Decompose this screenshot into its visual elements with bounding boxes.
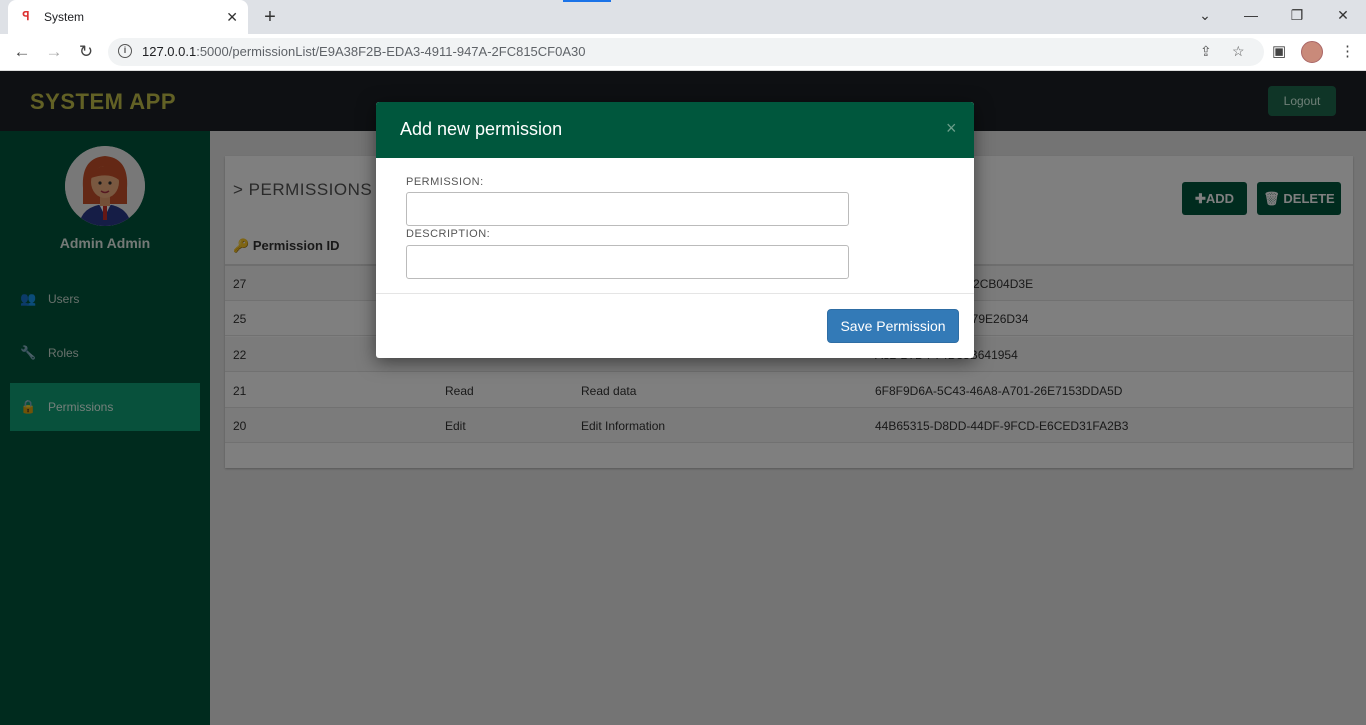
permission-input[interactable] bbox=[406, 192, 849, 226]
share-icon[interactable]: ⇪ bbox=[1200, 43, 1212, 60]
browser-toolbar: ← → ↻ i 127.0.0.1:5000/permissionList/E9… bbox=[0, 34, 1366, 71]
browser-tabstrip: ꟼ System ✕ + ⌄ — ❐ ✕ bbox=[0, 0, 1366, 34]
tab-close-icon[interactable]: ✕ bbox=[226, 9, 238, 26]
permission-label: PERMISSION: bbox=[406, 176, 484, 188]
bookmark-star-icon[interactable]: ☆ bbox=[1232, 43, 1245, 60]
menu-dots-icon[interactable]: ⋮ bbox=[1340, 42, 1355, 60]
forward-icon[interactable]: → bbox=[42, 41, 66, 65]
description-input[interactable] bbox=[406, 245, 849, 279]
site-info-icon[interactable]: i bbox=[118, 44, 132, 58]
modal-title: Add new permission bbox=[400, 119, 563, 139]
description-label: DESCRIPTION: bbox=[406, 228, 491, 240]
new-tab-button[interactable]: + bbox=[260, 6, 280, 29]
close-icon[interactable]: × bbox=[946, 118, 957, 139]
restore-icon[interactable]: ❐ bbox=[1282, 4, 1312, 26]
back-icon[interactable]: ← bbox=[10, 41, 34, 65]
browser-tab[interactable]: ꟼ System ✕ bbox=[8, 0, 248, 34]
url-text: 127.0.0.1:5000/permissionList/E9A38F2B-E… bbox=[142, 44, 585, 59]
reload-icon[interactable]: ↻ bbox=[74, 41, 98, 65]
url-host: 127.0.0.1 bbox=[142, 44, 197, 59]
tab-search-icon[interactable]: ⌄ bbox=[1190, 4, 1220, 26]
modal-header: Add new permission × bbox=[376, 102, 974, 158]
tab-indicator bbox=[563, 0, 611, 2]
add-permission-modal: Add new permission × PERMISSION: DESCRIP… bbox=[376, 102, 974, 358]
tab-title: System bbox=[44, 10, 85, 24]
favicon-icon: ꟼ bbox=[22, 9, 30, 23]
minimize-icon[interactable]: — bbox=[1236, 4, 1266, 26]
modal-footer-divider bbox=[376, 293, 974, 294]
side-panel-icon[interactable]: ▣ bbox=[1272, 42, 1286, 60]
window-close-icon[interactable]: ✕ bbox=[1328, 4, 1358, 26]
url-path: :5000/permissionList/E9A38F2B-EDA3-4911-… bbox=[196, 44, 586, 59]
profile-avatar-icon[interactable] bbox=[1301, 41, 1323, 63]
save-permission-button[interactable]: Save Permission bbox=[827, 309, 959, 343]
address-bar[interactable]: i 127.0.0.1:5000/permissionList/E9A38F2B… bbox=[108, 38, 1264, 66]
